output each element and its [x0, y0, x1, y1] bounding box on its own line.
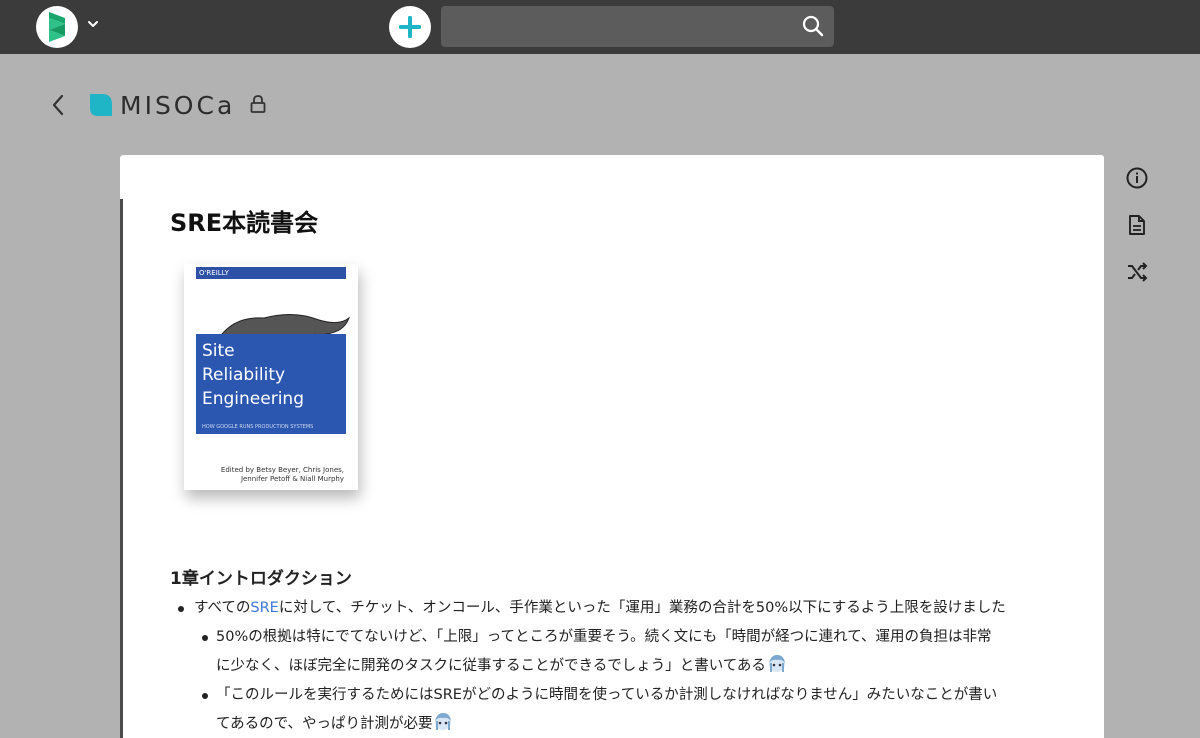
document-page-top: [120, 155, 1104, 199]
book-cover: O'REILLY Site Reliability Engineering HO…: [184, 264, 358, 490]
app-logo-icon: [49, 12, 65, 42]
character-emoji-icon: [768, 655, 785, 672]
book-title-line-1: Site: [202, 341, 235, 361]
list-item-line: 「このルールを実行するためにはSREがどのように時間を使っているか計測しなければ…: [216, 687, 998, 703]
book-editors-line-1: Edited by Betsy Beyer, Chris Jones,: [220, 466, 344, 474]
misoca-mark-icon: [90, 94, 112, 116]
list-item-line: てあるので、やっぱり計測が必要: [216, 710, 1076, 738]
book-title-panel: Site Reliability Engineering HOW GOOGLE …: [196, 334, 346, 434]
lock-icon: [250, 95, 266, 113]
list-item: 50%の根拠は特にでてないけど、「上限」ってところが重要そう。続く文にも「時間が…: [176, 623, 1076, 681]
book-cover-image: O'REILLY Site Reliability Engineering HO…: [172, 258, 372, 528]
top-bar: [0, 0, 1200, 54]
search-input[interactable]: [441, 6, 791, 47]
list-item: 「このルールを実行するためにはSREがどのように時間を使っているか計測しなければ…: [176, 681, 1076, 738]
bullet-list: すべてのSREに対して、チケット、オンコール、手作業といった「運用」業務の合計を…: [176, 594, 1076, 738]
brand-name: MISOCa: [120, 90, 236, 120]
list-item-text-post: に対して、チケット、オンコール、手作業といった「運用」業務の合計を50%以下にす…: [278, 600, 1006, 616]
section-heading: 1章イントロダクション: [170, 569, 352, 589]
chevron-left-icon[interactable]: [48, 92, 68, 118]
book-title-line-3: Engineering: [202, 389, 304, 409]
app-logo-button[interactable]: [36, 6, 78, 48]
list-item-line-text: てあるので、やっぱり計測が必要: [216, 716, 433, 732]
brand-logo: MISOCa: [90, 90, 235, 120]
search-bar[interactable]: [441, 6, 834, 47]
list-item: すべてのSREに対して、チケット、オンコール、手作業といった「運用」業務の合計を…: [176, 594, 1076, 623]
shuffle-icon[interactable]: [1125, 260, 1149, 284]
book-title-line-2: Reliability: [202, 365, 286, 385]
plus-icon: [399, 16, 421, 38]
book-editors: Edited by Betsy Beyer, Chris Jones, Jenn…: [194, 466, 344, 484]
sre-link[interactable]: SRE: [250, 600, 278, 616]
document-title: SRE本読書会: [170, 209, 319, 237]
add-button[interactable]: [389, 6, 431, 48]
list-item-line: 50%の根拠は特にでてないけど、「上限」ってところが重要そう。続く文にも「時間が…: [216, 629, 992, 645]
list-item-text-pre: すべての: [194, 600, 251, 616]
publisher-label: O'REILLY: [196, 267, 346, 279]
chevron-down-icon[interactable]: [86, 17, 100, 31]
list-item-line-text: に少なく、ほぼ完全に開発のタスクに従事することができるでしょう」と書いてある: [216, 658, 766, 674]
search-icon[interactable]: [802, 15, 824, 37]
book-subtitle: HOW GOOGLE RUNS PRODUCTION SYSTEMS: [202, 424, 314, 430]
character-emoji-icon: [435, 713, 452, 730]
book-editors-line-2: Jennifer Petoff & Niall Murphy: [240, 475, 344, 483]
list-item-line: に少なく、ほぼ完全に開発のタスクに従事することができるでしょう」と書いてある: [216, 652, 1076, 681]
info-icon[interactable]: [1125, 166, 1149, 190]
document-icon[interactable]: [1125, 213, 1149, 237]
